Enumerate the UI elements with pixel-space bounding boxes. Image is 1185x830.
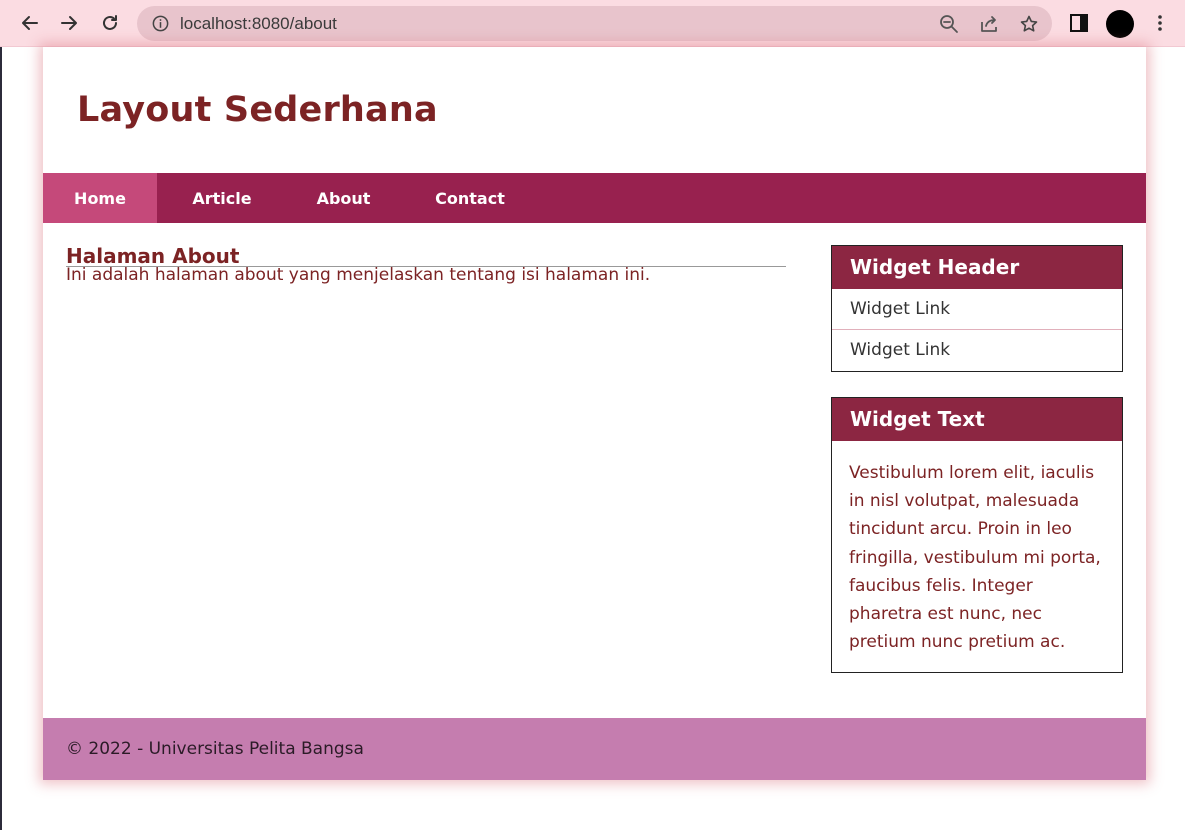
menu-dots-icon[interactable] (1150, 13, 1170, 33)
widget-link[interactable]: Widget Link (832, 330, 1122, 371)
main-content: Halaman About Ini adalah halaman about y… (66, 245, 786, 286)
sidebar-icon[interactable] (1069, 13, 1089, 33)
nav-item-article[interactable]: Article (177, 173, 267, 223)
page-body-text: Ini adalah halaman about yang menjelaska… (66, 265, 651, 285)
widget-text: Widget Text Vestibulum lorem elit, iacul… (831, 397, 1123, 674)
address-bar[interactable]: localhost:8080/about (137, 6, 1052, 41)
url-text[interactable]: localhost:8080/about (180, 14, 337, 34)
profile-avatar[interactable] (1106, 10, 1134, 38)
forward-icon[interactable] (57, 11, 81, 35)
footer-text: © 2022 - Universitas Pelita Bangsa (66, 739, 364, 759)
nav-item-about[interactable]: About (301, 173, 386, 223)
nav-item-home[interactable]: Home (43, 173, 157, 223)
widget-links: Widget Header Widget Link Widget Link (831, 245, 1123, 372)
widget-text-header: Widget Text (832, 398, 1122, 441)
zoom-out-icon[interactable] (939, 14, 959, 34)
page-container: Layout Sederhana Home Article About Cont… (43, 47, 1146, 780)
main-nav: Home Article About Contact (43, 173, 1146, 223)
back-icon[interactable] (18, 11, 42, 35)
widget-header: Widget Header (832, 246, 1122, 289)
site-header: Layout Sederhana (43, 47, 1146, 173)
widget-link[interactable]: Widget Link (832, 289, 1122, 330)
star-icon[interactable] (1019, 14, 1039, 34)
reload-icon[interactable] (98, 11, 122, 35)
info-icon[interactable] (151, 14, 170, 33)
site-title: Layout Sederhana (77, 90, 438, 130)
share-icon[interactable] (979, 14, 999, 34)
widget-text-body: Vestibulum lorem elit, iaculis in nisl v… (849, 463, 1101, 653)
browser-toolbar: localhost:8080/about (0, 0, 1185, 47)
site-footer: © 2022 - Universitas Pelita Bangsa (43, 718, 1146, 780)
window-edge (0, 47, 2, 830)
nav-item-contact[interactable]: Contact (424, 173, 516, 223)
